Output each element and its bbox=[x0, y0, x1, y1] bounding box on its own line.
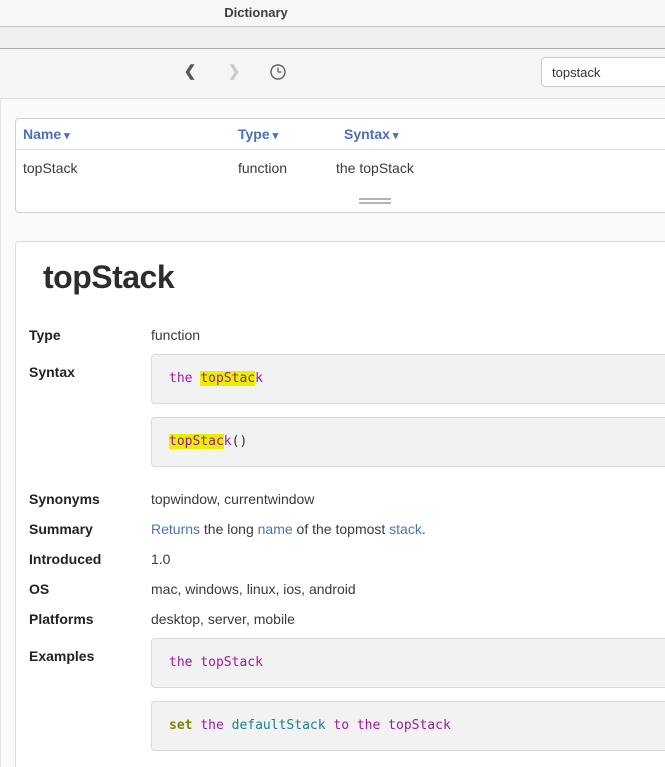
summary-link[interactable]: Returns bbox=[151, 521, 200, 537]
column-header-name[interactable]: Name▾ bbox=[23, 119, 70, 151]
synonyms-label: Synonyms bbox=[29, 491, 151, 507]
synonyms-value: topwindow, currentwindow bbox=[151, 491, 665, 507]
platforms-row: Platforms desktop, server, mobile bbox=[16, 604, 665, 634]
menu-strip bbox=[0, 27, 665, 49]
history-button[interactable] bbox=[269, 63, 287, 81]
forward-button[interactable]: ❯ bbox=[224, 60, 244, 84]
results-table: Name▾ Type▾ Syntax▾ topStack function th… bbox=[15, 118, 665, 213]
entry-title: topStack bbox=[43, 256, 665, 298]
examples-row: Examples the topStack set the defaultSta… bbox=[16, 634, 665, 764]
column-header-syntax-label: Syntax bbox=[344, 126, 390, 142]
syntax-row: Syntax the topStack topStack() bbox=[16, 350, 665, 480]
resize-handle[interactable] bbox=[359, 198, 391, 206]
results-header-row: Name▾ Type▾ Syntax▾ bbox=[16, 119, 665, 150]
back-button[interactable]: ❮ bbox=[180, 60, 200, 84]
column-header-type-label: Type bbox=[238, 126, 270, 142]
introduced-label: Introduced bbox=[29, 551, 151, 567]
syntax-label: Syntax bbox=[29, 354, 151, 480]
sort-caret-icon: ▾ bbox=[273, 130, 279, 142]
row-cell-name: topStack bbox=[23, 150, 77, 186]
code-block-example-2: set the defaultStack to the topStack bbox=[151, 701, 665, 751]
summary-link[interactable]: name bbox=[258, 521, 293, 537]
platforms-label: Platforms bbox=[29, 611, 151, 627]
nav-toolbar: ❮ ❯ bbox=[0, 49, 665, 99]
entry-panel: topStack Type function Syntax the topSta… bbox=[15, 241, 665, 767]
row-cell-type: function bbox=[238, 150, 287, 186]
summary-value: Returns the long name of the topmost sta… bbox=[151, 521, 665, 537]
table-row[interactable]: topStack function the topStack bbox=[16, 150, 665, 182]
syntax-blocks: the topStack topStack() bbox=[151, 354, 665, 480]
search-input[interactable] bbox=[541, 57, 665, 87]
row-cell-syntax: the topStack bbox=[336, 150, 414, 186]
dictionary-window: Dictionary ❮ ❯ Name▾ Type▾ bbox=[0, 0, 665, 767]
type-row: Type function bbox=[16, 320, 665, 350]
sort-caret-icon: ▾ bbox=[393, 130, 399, 142]
os-label: OS bbox=[29, 581, 151, 597]
column-header-type[interactable]: Type▾ bbox=[238, 119, 278, 151]
code-block-syntax-1: the topStack bbox=[151, 354, 665, 404]
column-header-name-label: Name bbox=[23, 126, 61, 142]
synonyms-row: Synonyms topwindow, currentwindow bbox=[16, 484, 665, 514]
introduced-value: 1.0 bbox=[151, 551, 665, 567]
os-value: mac, windows, linux, ios, android bbox=[151, 581, 665, 597]
type-value: function bbox=[151, 327, 665, 343]
window-title: Dictionary bbox=[224, 0, 288, 26]
summary-link[interactable]: stack bbox=[389, 521, 422, 537]
introduced-row: Introduced 1.0 bbox=[16, 544, 665, 574]
examples-label: Examples bbox=[29, 638, 151, 764]
forward-arrow-icon: ❯ bbox=[228, 63, 241, 80]
type-label: Type bbox=[29, 327, 151, 343]
os-row: OS mac, windows, linux, ios, android bbox=[16, 574, 665, 604]
column-header-syntax[interactable]: Syntax▾ bbox=[344, 119, 398, 151]
summary-label: Summary bbox=[29, 521, 151, 537]
code-block-example-1: the topStack bbox=[151, 638, 665, 688]
entry-rows: Type function Syntax the topStack topSta… bbox=[16, 320, 665, 764]
title-bar: Dictionary bbox=[0, 0, 665, 27]
history-clock-icon bbox=[269, 63, 287, 81]
example-blocks: the topStack set the defaultStack to the… bbox=[151, 638, 665, 764]
sort-caret-icon: ▾ bbox=[64, 130, 70, 142]
panel-left-edge bbox=[0, 99, 1, 767]
back-arrow-icon: ❮ bbox=[184, 63, 197, 80]
platforms-value: desktop, server, mobile bbox=[151, 611, 665, 627]
summary-row: Summary Returns the long name of the top… bbox=[16, 514, 665, 544]
code-block-syntax-2: topStack() bbox=[151, 417, 665, 467]
